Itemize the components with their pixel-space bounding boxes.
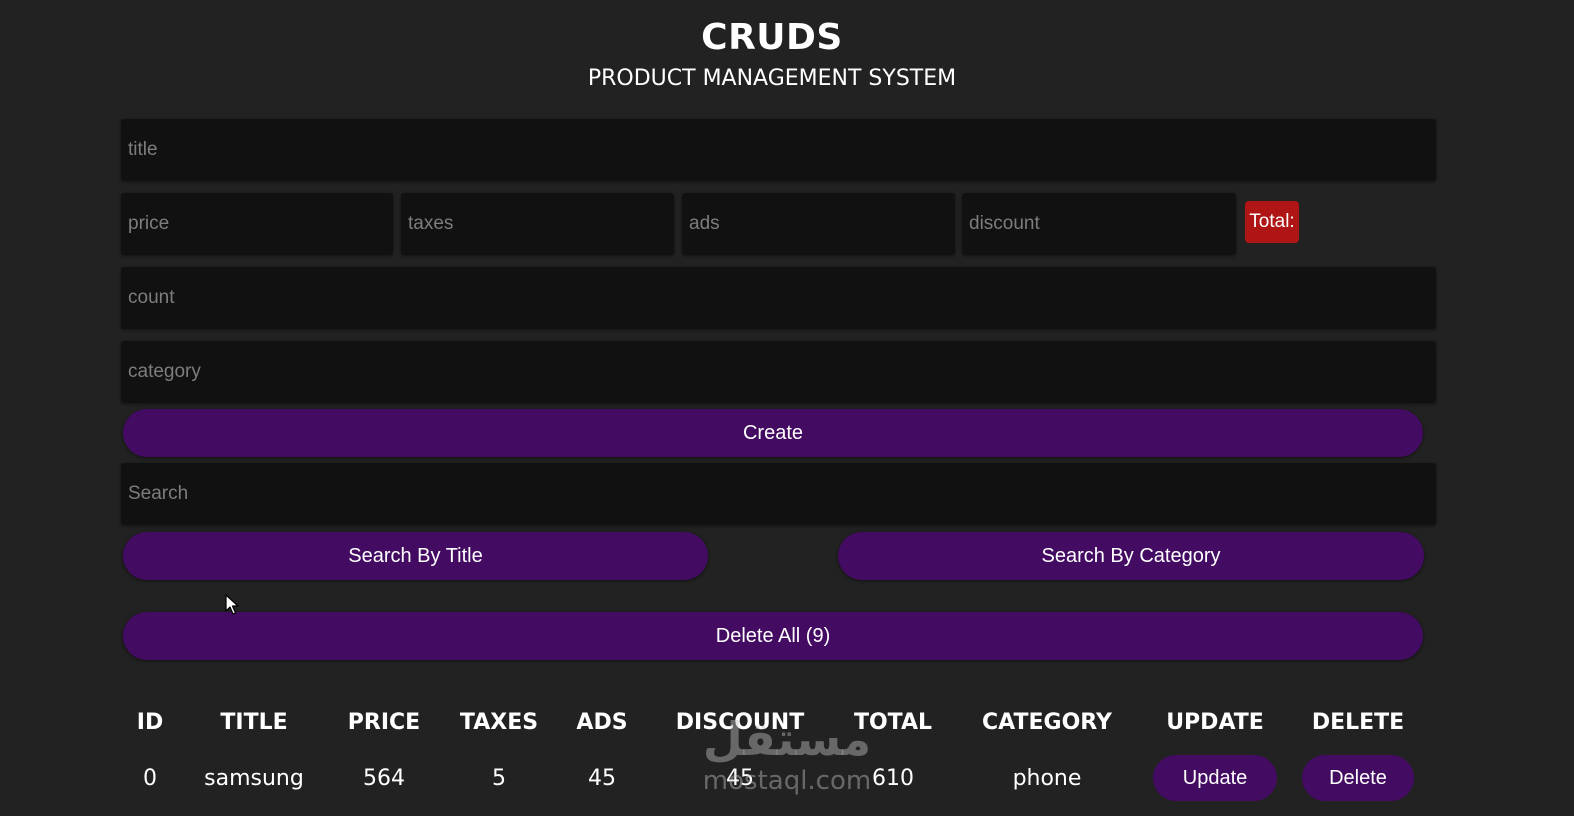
- delete-all-button[interactable]: Delete All (9): [123, 612, 1423, 660]
- search-by-title-button[interactable]: Search By Title: [123, 532, 708, 580]
- cell-update: Update: [1142, 746, 1288, 810]
- column-header-discount: DISCOUNT: [675, 709, 805, 735]
- column-header-update: UPDATE: [1166, 709, 1264, 735]
- column-header-taxes: TAXES: [459, 709, 539, 735]
- cell-discount: 45: [726, 765, 754, 791]
- category-input[interactable]: [121, 341, 1436, 403]
- cell-total: 610: [872, 765, 914, 791]
- cell-price: 564: [363, 765, 405, 791]
- column-header-id: ID: [136, 709, 164, 735]
- cell-title: samsung: [204, 765, 304, 791]
- update-button[interactable]: Update: [1153, 755, 1277, 801]
- column-header-total: TOTAL: [853, 709, 933, 735]
- count-input[interactable]: [121, 267, 1436, 329]
- mouse-cursor-icon: [225, 594, 239, 615]
- table-header-row: ID TITLE PRICE TAXES ADS DISCOUNT TOTAL …: [120, 698, 1428, 746]
- title-input[interactable]: [121, 119, 1436, 181]
- cell-id: 0: [143, 765, 157, 791]
- taxes-input[interactable]: [401, 193, 674, 255]
- column-header-price: PRICE: [347, 709, 421, 735]
- ads-input[interactable]: [682, 193, 955, 255]
- cell-delete: Delete: [1288, 746, 1428, 810]
- search-input[interactable]: [121, 463, 1436, 525]
- column-header-category: CATEGORY: [982, 709, 1112, 735]
- table-row: 0 samsung 564 5 45 45 610 phone Update D…: [120, 746, 1428, 810]
- price-input[interactable]: [121, 193, 393, 255]
- cell-category: phone: [1012, 765, 1082, 791]
- column-header-ads: ADS: [576, 709, 628, 735]
- cell-taxes: 5: [492, 765, 506, 791]
- products-table: ID TITLE PRICE TAXES ADS DISCOUNT TOTAL …: [120, 698, 1428, 810]
- discount-input[interactable]: [962, 193, 1236, 255]
- create-button[interactable]: Create: [123, 409, 1423, 457]
- cell-ads: 45: [588, 765, 616, 791]
- search-by-category-button[interactable]: Search By Category: [838, 532, 1424, 580]
- total-badge: Total:: [1245, 201, 1299, 243]
- page-header: CRUDS PRODUCT MANAGEMENT SYSTEM: [0, 14, 1544, 94]
- page-subtitle: PRODUCT MANAGEMENT SYSTEM: [587, 66, 957, 91]
- column-header-delete: DELETE: [1311, 709, 1405, 735]
- column-header-title: TITLE: [220, 709, 288, 735]
- page-title: CRUDS: [701, 17, 843, 58]
- delete-button[interactable]: Delete: [1302, 755, 1414, 801]
